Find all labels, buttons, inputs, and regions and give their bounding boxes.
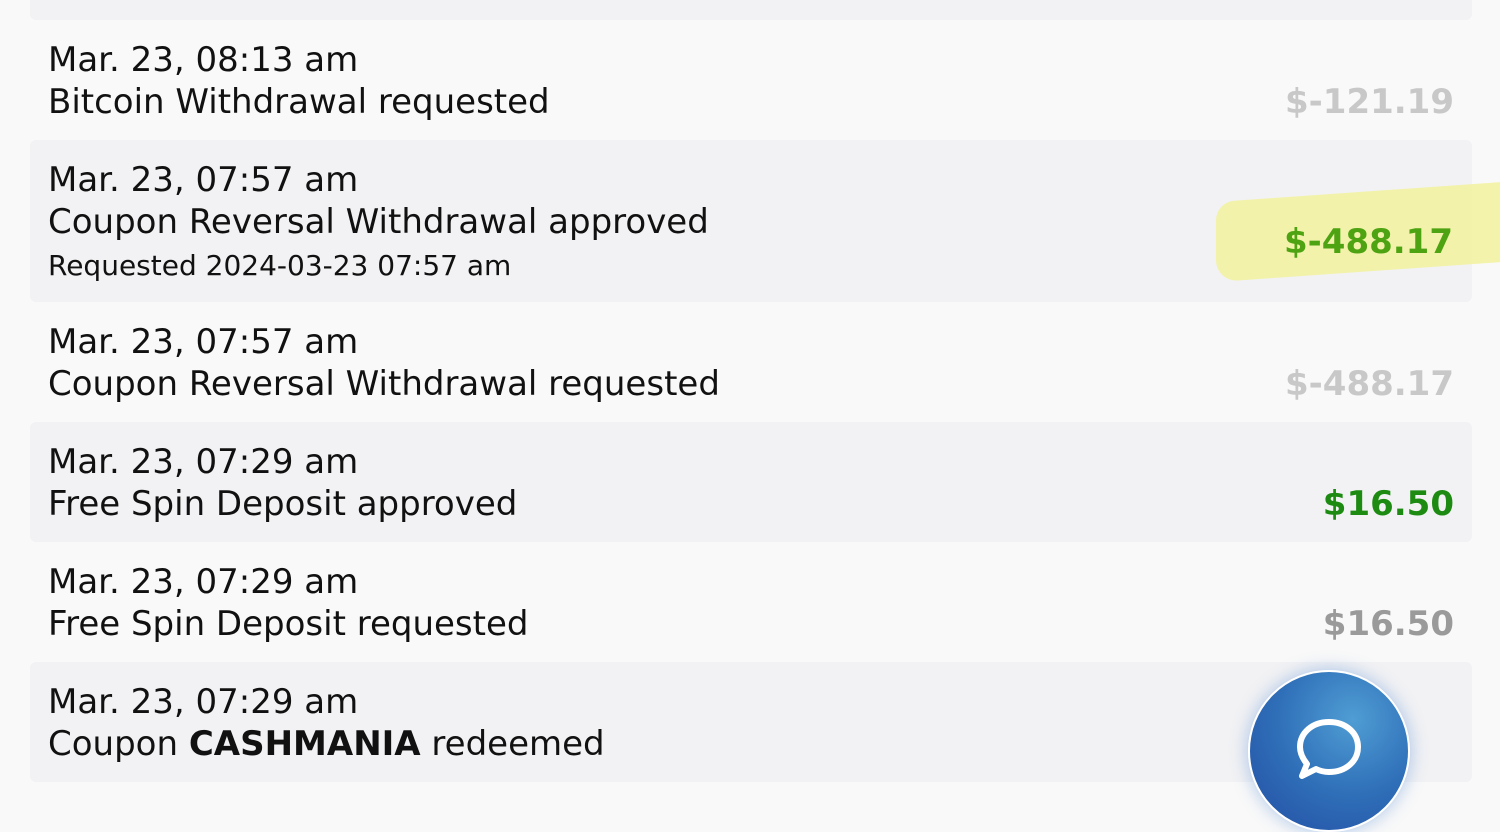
transaction-amount: $-488.17 [1285,364,1454,404]
coupon-suffix: redeemed [420,724,605,764]
transaction-row[interactable]: Mar. 23, 07:29 am Free Spin Deposit requ… [30,542,1472,662]
transaction-row[interactable]: Mar. 23, 07:57 am Coupon Reversal Withdr… [30,302,1472,422]
transaction-date: Mar. 23, 08:13 am [48,40,359,80]
transaction-date: Mar. 23, 07:29 am [48,442,359,482]
transaction-date: Mar. 23, 07:57 am [48,160,359,200]
highlighted-amount: $-488.17 [1284,222,1453,262]
chat-button[interactable] [1248,670,1410,832]
transaction-date: Mar. 23, 07:57 am [48,322,359,362]
coupon-prefix: Coupon [48,724,189,764]
transaction-description: Coupon Reversal Withdrawal requested [48,364,720,404]
chat-bubble-icon [1297,719,1361,779]
transaction-amount: $-121.19 [1285,82,1454,122]
transaction-description: Coupon CASHMANIA redeemed [48,724,605,764]
transaction-list: Mar. 23, 08:13 am Bitcoin Withdrawal req… [0,0,1500,782]
transaction-description: Coupon Reversal Withdrawal approved [48,202,709,242]
transaction-description: Free Spin Deposit approved [48,484,518,524]
transaction-amount: $16.50 [1322,604,1454,644]
transaction-date: Mar. 23, 07:29 am [48,682,359,722]
transaction-row[interactable] [30,0,1472,20]
transaction-row[interactable]: Mar. 23, 08:13 am Bitcoin Withdrawal req… [30,20,1472,140]
transaction-description: Free Spin Deposit requested [48,604,529,644]
transaction-requested-detail: Requested 2024-03-23 07:57 am [48,249,512,282]
transaction-row[interactable]: Mar. 23, 07:29 am Free Spin Deposit appr… [30,422,1472,542]
transaction-date: Mar. 23, 07:29 am [48,562,359,602]
transaction-description: Bitcoin Withdrawal requested [48,82,550,122]
coupon-code: CASHMANIA [188,724,421,764]
transaction-amount: $16.50 [1322,484,1454,524]
